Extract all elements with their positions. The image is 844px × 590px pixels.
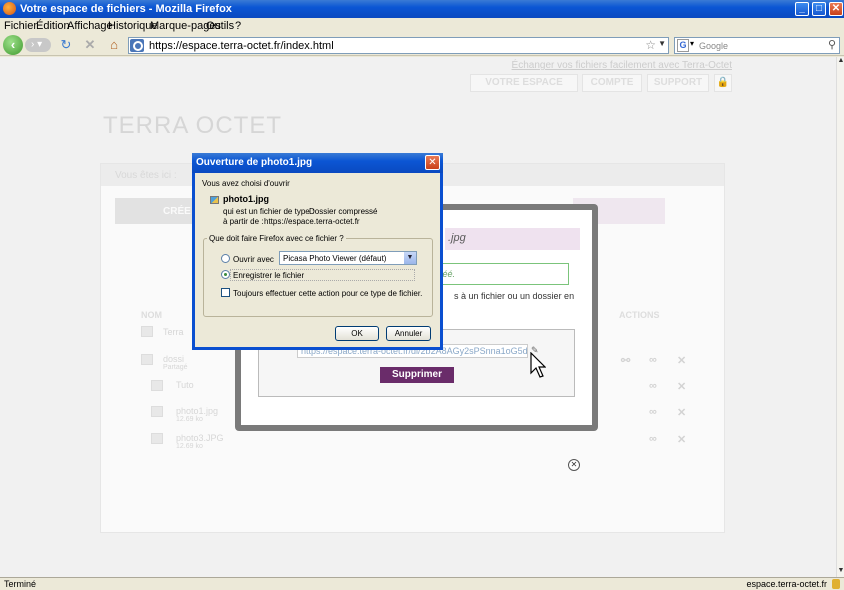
menu-edition[interactable]: Édition bbox=[36, 20, 70, 32]
stop-icon[interactable]: ✕ bbox=[82, 37, 98, 53]
forward-button[interactable]: › ▾ bbox=[25, 38, 51, 52]
logout-lock-icon[interactable]: 🔒 bbox=[714, 74, 732, 92]
search-placeholder: Google bbox=[699, 41, 729, 51]
status-domain: espace.terra-octet.fr bbox=[746, 579, 827, 589]
share-info-text: s à un fichier ou un dossier en bbox=[454, 291, 575, 301]
menu-bar: Fichier Édition Affichage Historique Mar… bbox=[0, 18, 844, 34]
image-file-icon bbox=[151, 433, 163, 444]
search-bar[interactable]: G ▾ Google ⚲ bbox=[674, 37, 840, 54]
always-do-checkbox[interactable] bbox=[221, 288, 230, 297]
home-icon[interactable]: ⌂ bbox=[106, 37, 122, 53]
scroll-down-icon[interactable]: ▼ bbox=[837, 567, 844, 577]
menu-outils[interactable]: Outils bbox=[206, 20, 234, 32]
file-name[interactable]: Terra bbox=[163, 327, 184, 337]
pdf-icon bbox=[151, 380, 163, 391]
file-meta: 12.69 ko bbox=[176, 443, 203, 450]
search-engine-dropdown-icon[interactable]: ▾ bbox=[690, 39, 694, 48]
url-text: https://espace.terra-octet.fr/index.html bbox=[149, 40, 334, 52]
menu-fichier[interactable]: Fichier bbox=[4, 20, 37, 32]
delete-icon[interactable]: ✕ bbox=[677, 406, 686, 419]
status-text: Terminé bbox=[4, 579, 37, 589]
save-file-radio[interactable] bbox=[221, 270, 230, 279]
file-name[interactable]: Tuto bbox=[176, 380, 194, 390]
nav-compte[interactable]: COMPTE bbox=[582, 74, 642, 92]
cancel-button[interactable]: Annuler bbox=[386, 326, 431, 341]
file-type-value: Dossier compressé bbox=[309, 207, 378, 216]
link-icon[interactable]: ∞ bbox=[649, 380, 657, 392]
close-window-button[interactable]: ✕ bbox=[829, 2, 843, 16]
file-source-value: https://espace.terra-octet.fr bbox=[264, 217, 360, 226]
scroll-up-icon[interactable]: ▲ bbox=[837, 57, 844, 67]
application-select[interactable]: Picasa Photo Viewer (défaut) ▼ bbox=[279, 251, 417, 265]
folder-icon bbox=[141, 326, 153, 337]
bookmark-star-icon[interactable]: ☆ bbox=[645, 38, 656, 52]
image-file-icon bbox=[210, 196, 219, 204]
dialog-title: Ouverture de photo1.jpg bbox=[192, 153, 443, 173]
window-title: Votre espace de fichiers - Mozilla Firef… bbox=[20, 3, 232, 15]
folder-icon bbox=[141, 354, 153, 365]
share-icon[interactable]: ⚯ bbox=[621, 354, 630, 367]
firefox-logo-icon bbox=[3, 2, 16, 15]
close-modal-button[interactable]: ✕ bbox=[568, 459, 580, 471]
open-with-radio[interactable] bbox=[221, 254, 230, 263]
lock-icon[interactable] bbox=[832, 579, 840, 589]
dialog-close-button[interactable]: ✕ bbox=[425, 155, 440, 170]
always-do-label[interactable]: Toujours effectuer cette action pour ce … bbox=[233, 289, 422, 298]
search-engine-icon[interactable]: G bbox=[677, 39, 689, 52]
file-name[interactable]: photo1.jpg bbox=[176, 406, 218, 416]
link-icon[interactable]: ∞ bbox=[649, 354, 657, 366]
image-file-icon bbox=[151, 406, 163, 417]
navigation-toolbar: ‹ › ▾ ↻ ✕ ⌂ https://espace.terra-octet.f… bbox=[0, 34, 844, 56]
file-open-dialog: Ouverture de photo1.jpg ✕ Vous avez choi… bbox=[192, 153, 443, 350]
save-file-label[interactable]: Enregistrer le fichier bbox=[233, 271, 304, 280]
dialog-filename: photo1.jpg bbox=[223, 194, 269, 204]
action-group-label: Que doit faire Firefox avec ce fichier ? bbox=[207, 234, 346, 243]
delete-link-button[interactable]: Supprimer bbox=[380, 367, 454, 383]
status-bar: Terminé espace.terra-octet.fr bbox=[0, 577, 844, 590]
chevron-down-icon[interactable]: ▼ bbox=[404, 252, 416, 264]
terra-octet-logo: TERRA OCTET bbox=[103, 112, 283, 139]
maximize-button[interactable]: □ bbox=[812, 2, 826, 16]
file-meta: Partagé bbox=[163, 364, 188, 371]
delete-icon[interactable]: ✕ bbox=[677, 380, 686, 393]
column-header-name: NOM bbox=[141, 310, 162, 320]
vertical-scrollbar[interactable]: ▲ ▼ bbox=[836, 57, 844, 577]
file-source-label: à partir de : bbox=[223, 217, 264, 226]
menu-affichage[interactable]: Affichage bbox=[67, 20, 113, 32]
url-bar[interactable]: https://espace.terra-octet.fr/index.html… bbox=[128, 37, 669, 54]
reload-icon[interactable]: ↻ bbox=[58, 37, 74, 53]
share-status-message: créé. bbox=[429, 263, 569, 285]
dialog-intro: Vous avez choisi d'ouvrir bbox=[202, 179, 290, 188]
file-name[interactable]: dossi bbox=[163, 354, 184, 364]
menu-help[interactable]: ? bbox=[235, 20, 241, 32]
search-icon[interactable]: ⚲ bbox=[828, 38, 836, 51]
link-icon[interactable]: ∞ bbox=[649, 406, 657, 418]
mouse-cursor-icon bbox=[530, 352, 546, 378]
site-identity-icon[interactable] bbox=[130, 39, 144, 52]
nav-support[interactable]: SUPPORT bbox=[647, 74, 709, 92]
application-select-value: Picasa Photo Viewer (défaut) bbox=[283, 254, 387, 263]
file-name[interactable]: photo3.JPG bbox=[176, 433, 224, 443]
window-titlebar: Votre espace de fichiers - Mozilla Firef… bbox=[0, 0, 844, 18]
ok-button[interactable]: OK bbox=[335, 326, 379, 341]
file-meta: 12.69 ko bbox=[176, 416, 203, 423]
url-dropdown-icon[interactable]: ▼ bbox=[658, 39, 666, 48]
back-button[interactable]: ‹ bbox=[3, 35, 23, 55]
share-modal-title: .jpg bbox=[445, 228, 580, 250]
file-type-label: qui est un fichier de type : bbox=[223, 207, 315, 216]
top-tagline-link[interactable]: Échanger vos fichiers facilement avec Te… bbox=[512, 60, 732, 71]
delete-icon[interactable]: ✕ bbox=[677, 354, 686, 367]
minimize-button[interactable]: _ bbox=[795, 2, 809, 16]
open-with-label[interactable]: Ouvrir avec bbox=[233, 255, 274, 264]
link-icon[interactable]: ∞ bbox=[649, 433, 657, 445]
column-header-actions: ACTIONS bbox=[619, 310, 660, 320]
nav-votre-espace[interactable]: VOTRE ESPACE bbox=[470, 74, 578, 92]
delete-icon[interactable]: ✕ bbox=[677, 433, 686, 446]
